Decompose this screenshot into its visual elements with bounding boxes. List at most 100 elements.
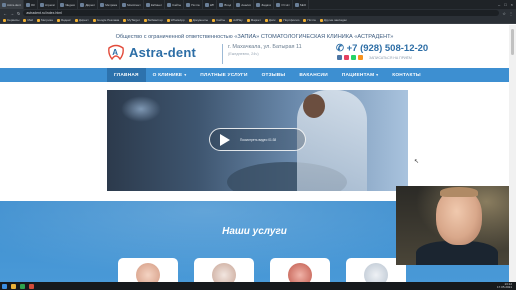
- menu-label: ВАКАНСИИ: [299, 72, 328, 78]
- browser-tab[interactable]: Вход: [217, 0, 235, 9]
- browser-tab[interactable]: WP: [203, 0, 218, 9]
- window-controls: – □ ×: [498, 2, 516, 7]
- odnoklassniki-icon[interactable]: [358, 55, 363, 60]
- callback-link[interactable]: ЗАПИСАТЬСЯ НА ПРИЁМ: [369, 56, 412, 60]
- mouse-cursor-icon: ↖: [414, 159, 420, 165]
- browser-tab[interactable]: Отчёт: [274, 0, 293, 9]
- chevron-down-icon: ▾: [184, 73, 187, 77]
- menu-item-patients[interactable]: ПАЦИЕНТАМ ▾: [335, 68, 385, 82]
- bookmark-item[interactable]: Портфолио: [279, 18, 299, 22]
- bookmark-favicon-icon: [264, 18, 268, 22]
- bookmark-label: Другие закладки: [323, 18, 347, 22]
- play-video-label: Посмотреть видео 01:38: [240, 138, 277, 142]
- maximize-icon[interactable]: □: [504, 2, 506, 7]
- reload-icon[interactable]: ↻: [17, 11, 20, 16]
- bookmark-label: Метрика: [40, 18, 53, 22]
- system-clock[interactable]: 13:12 17.05.2021: [497, 282, 514, 290]
- phone-text: +7 (928) 508-12-20: [346, 43, 429, 54]
- tab-favicon-icon: [122, 2, 127, 7]
- browser-tab[interactable]: Задачи: [254, 0, 275, 9]
- bookmark-label: Директ: [78, 18, 89, 22]
- close-icon[interactable]: ×: [511, 2, 513, 7]
- tab-favicon-icon: [204, 2, 209, 7]
- menu-icon[interactable]: ⋮: [509, 11, 513, 16]
- bookmark-favicon-icon: [23, 18, 27, 22]
- instagram-icon[interactable]: [344, 55, 349, 60]
- start-icon[interactable]: [2, 283, 7, 289]
- browser-tab[interactable]: Анализ: [234, 0, 255, 9]
- menu-item-paid-services[interactable]: ПЛАТНЫЕ УСЛУГИ: [193, 68, 254, 82]
- minimize-icon[interactable]: –: [498, 2, 500, 7]
- bookmark-favicon-icon: [246, 18, 250, 22]
- star-icon[interactable]: ☆: [502, 11, 506, 16]
- browser-tab[interactable]: Директ: [78, 0, 99, 9]
- bookmark-item[interactable]: Сервисы: [3, 18, 19, 22]
- bookmark-item[interactable]: Сайты: [212, 18, 225, 22]
- tab-label: ОК: [30, 2, 35, 7]
- menu-item-vacancies[interactable]: ВАКАНСИИ: [292, 68, 335, 82]
- bookmark-favicon-icon: [56, 18, 60, 22]
- bookmark-item[interactable]: Mail: [23, 18, 33, 22]
- bookmark-item[interactable]: Яндекс: [56, 18, 71, 22]
- bookmark-label: Маркет: [250, 18, 261, 22]
- phone-number[interactable]: ✆ +7 (928) 508-12-20: [336, 43, 428, 54]
- bookmark-item[interactable]: Почта: [303, 18, 316, 22]
- bookmark-item[interactable]: AdPlay: [229, 18, 243, 22]
- page-scrollbar[interactable]: [509, 25, 516, 290]
- play-video-button[interactable]: Посмотреть видео 01:38: [209, 128, 306, 151]
- bookmark-item[interactable]: Документы: [188, 18, 208, 22]
- bookmark-item[interactable]: Метрика: [36, 18, 53, 22]
- bookmark-favicon-icon: [319, 18, 323, 22]
- browser-tab[interactable]: SEO: [293, 0, 310, 9]
- forward-icon[interactable]: →: [10, 11, 14, 16]
- browser-tab[interactable]: Astra-dent: [0, 0, 24, 9]
- chrome-icon[interactable]: [20, 283, 25, 289]
- browser-tab[interactable]: Агрегат: [38, 0, 59, 9]
- bookmark-favicon-icon: [166, 18, 170, 22]
- bookmark-item[interactable]: MyTarget: [123, 18, 140, 22]
- bookmark-item[interactable]: Диск: [264, 18, 276, 22]
- tab-favicon-icon: [100, 2, 105, 7]
- clinic-address: г. Махачкала, ул. Батырая 11 (Ежедневно,…: [228, 44, 302, 58]
- menu-item-contacts[interactable]: КОНТАКТЫ: [385, 68, 428, 82]
- url-input[interactable]: astradent.ru/index.html: [23, 10, 500, 16]
- browser-tab[interactable]: ОК: [24, 0, 38, 9]
- bookmark-item[interactable]: Директ: [74, 18, 89, 22]
- address-bar: ← → ↻ astradent.ru/index.html ☆ ⋮: [0, 9, 516, 17]
- browser-tab[interactable]: Яндекс: [58, 0, 79, 9]
- contact-links: ЗАПИСАТЬСЯ НА ПРИЁМ: [337, 55, 412, 60]
- tab-label: Анализ: [241, 2, 252, 7]
- tab-label: SEO: [299, 2, 307, 7]
- menu-label: ПАЦИЕНТАМ: [341, 72, 375, 78]
- back-icon[interactable]: ←: [3, 11, 7, 16]
- bookmark-label: Диск: [268, 18, 276, 22]
- browser-tab[interactable]: Сайты: [165, 0, 185, 9]
- menu-item-reviews[interactable]: ОТЗЫВЫ: [255, 68, 293, 82]
- tab-favicon-icon: [167, 2, 172, 7]
- bookmark-item[interactable]: Другие закладки: [319, 18, 347, 22]
- whatsapp-icon[interactable]: [351, 55, 356, 60]
- tab-label: МоиАгент: [127, 2, 141, 7]
- bookmark-favicon-icon: [123, 18, 127, 22]
- browser-tab[interactable]: Метрика: [98, 0, 121, 9]
- bookmark-item[interactable]: WhatsApp: [166, 18, 185, 22]
- explorer-icon[interactable]: [11, 283, 16, 289]
- bookmark-item[interactable]: Google Реклама: [92, 18, 119, 22]
- scrollbar-thumb[interactable]: [511, 29, 514, 55]
- browser-tab[interactable]: Кабинет: [144, 0, 166, 9]
- browser-tab[interactable]: МоиАгент: [120, 0, 144, 9]
- tab-label: Сайты: [172, 2, 182, 7]
- browser-tab-bar: Astra-dent ОК Агрегат Яндекс Директ Метр…: [0, 0, 516, 9]
- site-logo[interactable]: A Astra-dent: [107, 44, 196, 60]
- hero-lamp-shape: [121, 96, 161, 122]
- bookmark-item[interactable]: Вебмастер: [143, 18, 163, 22]
- browser-tab[interactable]: Почта: [184, 0, 203, 9]
- menu-item-about[interactable]: О КЛИНИКЕ ▾: [146, 68, 194, 82]
- app-icon[interactable]: [29, 283, 34, 289]
- hero-video[interactable]: Посмотреть видео 01:38: [107, 90, 408, 191]
- vk-icon[interactable]: [337, 55, 342, 60]
- bookmark-item[interactable]: Маркет: [246, 18, 261, 22]
- menu-label: ОТЗЫВЫ: [261, 72, 286, 78]
- menu-item-home[interactable]: ГЛАВНАЯ: [107, 68, 146, 82]
- tab-label: Почта: [191, 2, 200, 7]
